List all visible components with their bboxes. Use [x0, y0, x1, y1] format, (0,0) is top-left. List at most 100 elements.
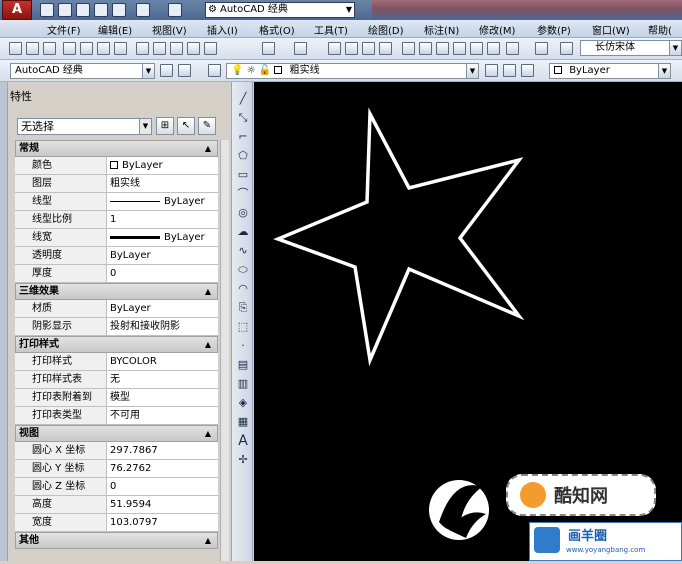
pickadd-toggle-icon[interactable]: ⊞	[156, 117, 174, 135]
text-style-combo[interactable]: 长仿宋体 ▼	[580, 40, 682, 56]
quickcalc-icon[interactable]	[487, 42, 500, 55]
section-view[interactable]: 视图 ▲	[15, 425, 218, 442]
hatch-icon[interactable]: ▤	[236, 358, 250, 372]
palette-title-strip[interactable]	[0, 82, 8, 561]
layer-manager-icon[interactable]	[208, 64, 221, 77]
make-current-icon[interactable]	[485, 64, 498, 77]
selection-dropdown[interactable]: 无选择 ▼	[17, 118, 152, 135]
text-style-icon[interactable]	[560, 42, 573, 55]
polygon-icon[interactable]: ⬠	[236, 149, 250, 163]
property-row[interactable]: 圆心 Z 坐标 0	[15, 478, 218, 496]
qnew-icon[interactable]	[9, 42, 22, 55]
calculator-icon[interactable]	[506, 42, 519, 55]
menu-edit[interactable]: 编辑(E)	[98, 22, 132, 37]
polyline-icon[interactable]: ⌐	[236, 130, 250, 144]
add-selected-icon[interactable]: ✢	[236, 453, 250, 467]
menu-window[interactable]: 窗口(W)	[592, 22, 630, 37]
zoom-window-icon[interactable]	[362, 42, 375, 55]
line-icon[interactable]: ╱	[236, 92, 250, 106]
property-row[interactable]: 颜色 ByLayer	[15, 157, 218, 175]
3d-dwf-icon[interactable]	[114, 42, 127, 55]
region-icon[interactable]: ◈	[236, 396, 250, 410]
color-combo[interactable]: ByLayer ▼	[549, 63, 671, 79]
point-icon[interactable]: ·	[236, 339, 250, 353]
property-row[interactable]: 厚度 0	[15, 265, 218, 283]
cut-icon[interactable]	[136, 42, 149, 55]
spline-icon[interactable]: ∿	[236, 244, 250, 258]
multiline-text-icon[interactable]: A	[236, 434, 250, 448]
menu-modify[interactable]: 修改(M)	[479, 22, 515, 37]
design-center-icon[interactable]	[419, 42, 432, 55]
new-icon[interactable]	[40, 3, 54, 17]
gradient-icon[interactable]: ▥	[236, 377, 250, 391]
make-block-icon[interactable]: ⬚	[236, 320, 250, 334]
palette-scrollbar[interactable]	[220, 140, 229, 561]
property-row[interactable]: 圆心 X 坐标 297.7867	[15, 442, 218, 460]
property-row[interactable]: 图层 粗实线	[15, 175, 218, 193]
property-row[interactable]: 透明度 ByLayer	[15, 247, 218, 265]
menu-insert[interactable]: 插入(I)	[207, 22, 238, 37]
menu-help[interactable]: 帮助(	[648, 22, 672, 37]
open-icon[interactable]	[58, 3, 72, 17]
ellipse-icon[interactable]: ⬭	[236, 263, 250, 277]
property-row[interactable]: 线宽 ByLayer	[15, 229, 218, 247]
drawing-canvas[interactable]: 酷知网 画羊圈 www.yoyangbang.com	[254, 82, 682, 561]
workspace-switcher[interactable]: ⚙ AutoCAD 经典 ▼	[205, 2, 355, 18]
rectangle-icon[interactable]: ▭	[236, 168, 250, 182]
property-row[interactable]: 打印样式表无	[15, 371, 218, 389]
section-3d-effects[interactable]: 三维效果 ▲	[15, 283, 218, 300]
save-icon[interactable]	[76, 3, 90, 17]
menu-tools[interactable]: 工具(T)	[314, 22, 348, 37]
copy-icon[interactable]	[153, 42, 166, 55]
sheet-set-icon[interactable]	[453, 42, 466, 55]
menu-view[interactable]: 视图(V)	[152, 22, 187, 37]
menu-format[interactable]: 格式(O)	[259, 22, 295, 37]
application-menu-button[interactable]: A	[2, 0, 32, 20]
workspace-settings-icon[interactable]	[160, 64, 173, 77]
property-row[interactable]: 线型 ByLayer	[15, 193, 218, 211]
ellipse-arc-icon[interactable]: ◠	[236, 282, 250, 296]
redo-tb-icon[interactable]	[294, 42, 307, 55]
zoom-previous-icon[interactable]	[379, 42, 392, 55]
plot-icon[interactable]	[63, 42, 76, 55]
menu-parametric[interactable]: 参数(P)	[537, 22, 571, 37]
match-properties-icon[interactable]	[187, 42, 200, 55]
property-row[interactable]: 高度 51.9594	[15, 496, 218, 514]
save-file-icon[interactable]	[43, 42, 56, 55]
property-row[interactable]: 打印样式 BYCOLOR	[15, 353, 218, 371]
quick-select-icon[interactable]: ✎	[198, 117, 216, 135]
tool-palettes-icon[interactable]	[436, 42, 449, 55]
section-general[interactable]: 常规 ▲	[15, 140, 218, 157]
layer-previous-icon[interactable]	[503, 64, 516, 77]
pan-icon[interactable]	[328, 42, 341, 55]
paste-icon[interactable]	[170, 42, 183, 55]
property-row[interactable]: 材质 ByLayer	[15, 300, 218, 318]
undo-tb-icon[interactable]	[262, 42, 275, 55]
workspace-combo[interactable]: AutoCAD 经典 ▼	[10, 63, 155, 79]
property-row[interactable]: 线型比例 1	[15, 211, 218, 229]
print-icon[interactable]	[112, 3, 126, 17]
star-polyline[interactable]	[273, 107, 525, 367]
publish-icon[interactable]	[97, 42, 110, 55]
insert-block-icon[interactable]: ⎘	[236, 301, 250, 315]
arc-icon[interactable]: ⌒	[236, 187, 250, 201]
menu-dimension[interactable]: 标注(N)	[424, 22, 459, 37]
plot-preview-icon[interactable]	[80, 42, 93, 55]
menu-file[interactable]: 文件(F)	[47, 22, 81, 37]
zoom-realtime-icon[interactable]	[345, 42, 358, 55]
block-editor-icon[interactable]	[204, 42, 217, 55]
property-row[interactable]: 打印表类型 不可用	[15, 407, 218, 425]
properties-icon[interactable]	[402, 42, 415, 55]
table-icon[interactable]: ▦	[236, 415, 250, 429]
construction-line-icon[interactable]: ⤡	[236, 111, 250, 125]
revision-cloud-icon[interactable]: ☁	[236, 225, 250, 239]
property-row[interactable]: 阴影显示 投射和接收阴影	[15, 318, 218, 336]
select-objects-icon[interactable]: ↖	[177, 117, 195, 135]
property-row[interactable]: 圆心 Y 坐标 76.2762	[15, 460, 218, 478]
undo-icon[interactable]	[136, 3, 150, 17]
save-as-icon[interactable]	[94, 3, 108, 17]
help-icon[interactable]	[535, 42, 548, 55]
layer-states-icon[interactable]	[521, 64, 534, 77]
workspace-save-icon[interactable]	[178, 64, 191, 77]
redo-icon[interactable]	[168, 3, 182, 17]
